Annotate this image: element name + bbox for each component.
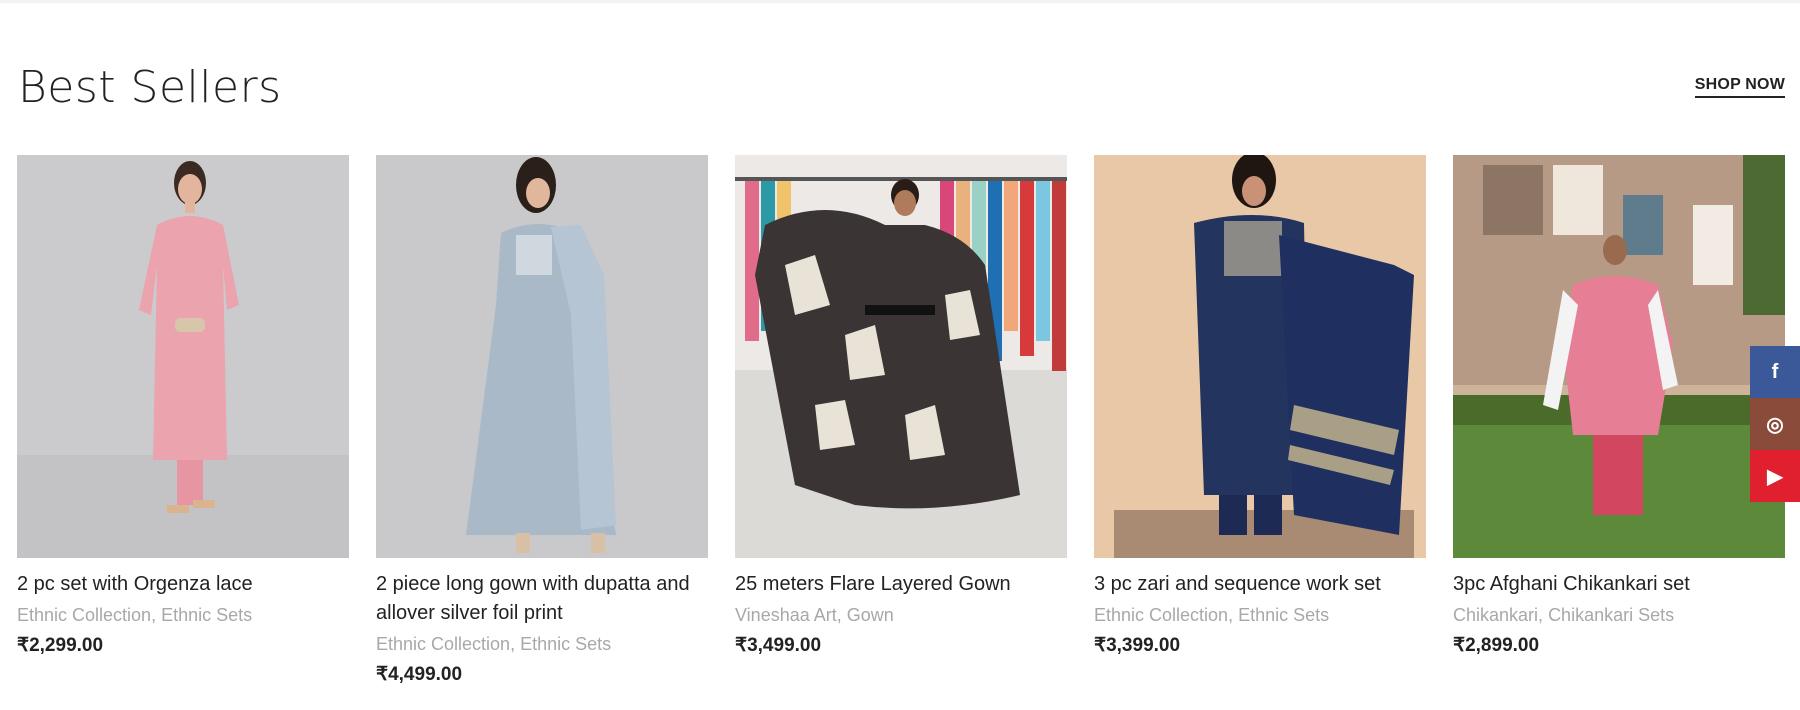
product-card[interactable]: 2 pc set with Orgenza lace Ethnic Collec… <box>17 155 349 686</box>
category-link[interactable]: Ethnic Collection <box>17 605 151 625</box>
product-image[interactable] <box>1094 155 1426 558</box>
category-link[interactable]: Ethnic Sets <box>161 605 252 625</box>
product-image[interactable] <box>735 155 1067 558</box>
section-title: Best Sellers <box>18 62 282 113</box>
product-categories: Ethnic Collection, Ethnic Sets <box>1094 605 1330 625</box>
product-card[interactable]: 2 piece long gown with dupatta and allov… <box>376 155 708 686</box>
product-title[interactable]: 25 meters Flare Layered Gown <box>735 570 1067 599</box>
product-price: ₹3,499.00 <box>735 635 822 656</box>
social-sidebar: f ◎ ▶ <box>1750 346 1800 502</box>
shop-now-link[interactable]: SHOP NOW <box>1694 76 1785 98</box>
category-link[interactable]: Ethnic Collection <box>1094 605 1228 625</box>
category-link[interactable]: Ethnic Sets <box>520 634 611 654</box>
category-link[interactable]: Chikankari Sets <box>1548 605 1674 625</box>
product-title[interactable]: 3 pc zari and sequence work set <box>1094 570 1426 599</box>
category-link[interactable]: Ethnic Collection <box>376 634 510 654</box>
youtube-icon[interactable]: ▶ <box>1750 450 1800 502</box>
category-link[interactable]: Ethnic Sets <box>1238 605 1329 625</box>
product-categories: Ethnic Collection, Ethnic Sets <box>376 634 612 654</box>
category-link[interactable]: Chikankari <box>1453 605 1538 625</box>
product-price: ₹2,299.00 <box>17 635 104 656</box>
category-link[interactable]: Vineshaa Art <box>735 605 837 625</box>
product-title[interactable]: 2 piece long gown with dupatta and allov… <box>376 570 708 628</box>
product-title[interactable]: 3pc Afghani Chikankari set <box>1453 570 1785 599</box>
product-price: ₹3,399.00 <box>1094 635 1181 656</box>
product-card[interactable]: 3 pc zari and sequence work set Ethnic C… <box>1094 155 1426 686</box>
product-price: ₹4,499.00 <box>376 664 463 685</box>
product-categories: Chikankari, Chikankari Sets <box>1453 605 1675 625</box>
product-categories: Ethnic Collection, Ethnic Sets <box>17 605 253 625</box>
product-image[interactable] <box>17 155 349 558</box>
product-categories: Vineshaa Art, Gown <box>735 605 894 625</box>
product-title[interactable]: 2 pc set with Orgenza lace <box>17 570 349 599</box>
product-price: ₹2,899.00 <box>1453 635 1540 656</box>
best-sellers-section: Best Sellers SHOP NOW 2 pc set with Orge… <box>0 0 1800 710</box>
product-card[interactable]: 25 meters Flare Layered Gown Vineshaa Ar… <box>735 155 1067 686</box>
facebook-icon[interactable]: f <box>1750 346 1800 398</box>
product-grid: 2 pc set with Orgenza lace Ethnic Collec… <box>17 155 1785 686</box>
product-image[interactable] <box>376 155 708 558</box>
product-card[interactable]: 3pc Afghani Chikankari set Chikankari, C… <box>1453 155 1785 686</box>
category-link[interactable]: Gown <box>847 605 894 625</box>
product-image[interactable] <box>1453 155 1785 558</box>
instagram-icon[interactable]: ◎ <box>1750 398 1800 450</box>
